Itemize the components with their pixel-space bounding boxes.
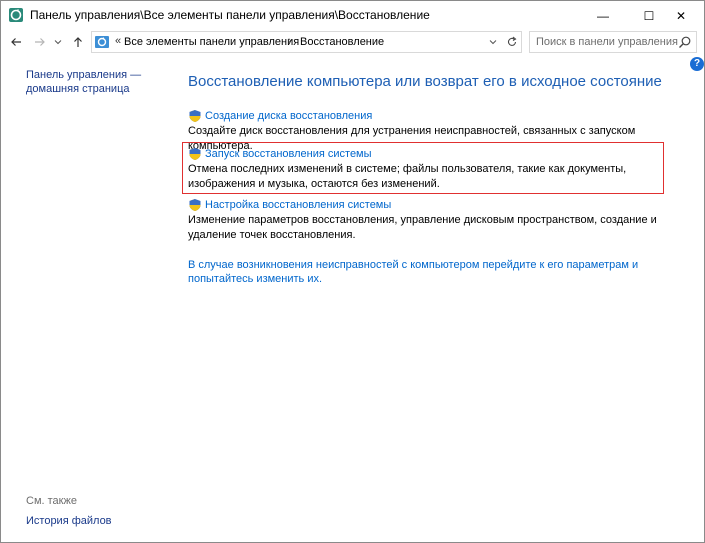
recent-locations-button[interactable]: [53, 32, 63, 52]
address-bar[interactable]: « Все элементы панели управления › Восст…: [91, 31, 504, 53]
forward-button[interactable]: [31, 32, 49, 52]
recovery-icon: [9, 8, 23, 22]
create-recovery-drive-link[interactable]: Создание диска восстановления: [188, 109, 668, 123]
recovery-item-system-restore: Запуск восстановления системы Отмена пос…: [188, 147, 668, 192]
chevron-down-icon: [54, 40, 62, 45]
configure-system-restore-description: Изменение параметров восстановления, упр…: [188, 214, 657, 241]
forward-arrow-icon: [35, 38, 45, 46]
refresh-button[interactable]: [503, 31, 522, 53]
search-icon[interactable]: [678, 35, 692, 49]
page-title: Восстановление компьютера или возврат ег…: [188, 73, 662, 90]
window-title: Панель управления\Все элементы панели уп…: [30, 8, 430, 22]
minimize-icon: —: [597, 8, 609, 23]
recovery-item-configure: Настройка восстановления системы Изменен…: [188, 198, 668, 243]
help-button[interactable]: ?: [690, 57, 704, 71]
control-panel-icon: [95, 36, 109, 48]
title-bar: Панель управления\Все элементы панели уп…: [1, 1, 704, 30]
configure-system-restore-link[interactable]: Настройка восстановления системы: [188, 198, 668, 212]
file-history-link[interactable]: История файлов: [26, 515, 112, 527]
chevron-down-icon: [489, 40, 497, 45]
breadcrumb-all-items[interactable]: Все элементы панели управления: [124, 36, 299, 48]
search-box[interactable]: Поиск в панели управления: [529, 31, 697, 53]
address-overflow-icon[interactable]: «: [115, 35, 121, 47]
maximize-icon: ☐: [643, 8, 655, 23]
control-panel-window: Панель управления\Все элементы панели уп…: [0, 0, 705, 543]
configure-system-restore-label[interactable]: Настройка восстановления системы: [205, 198, 391, 212]
back-button[interactable]: [7, 32, 25, 52]
open-system-restore-label[interactable]: Запуск восстановления системы: [205, 147, 372, 161]
recovery-settings-link[interactable]: В случае возникновения неисправностей с …: [188, 258, 668, 286]
open-system-restore-description: Отмена последних изменений в системе; фа…: [188, 163, 627, 190]
up-button[interactable]: [69, 32, 87, 52]
see-also-heading: См. также: [26, 495, 77, 507]
uac-shield-icon: [189, 110, 201, 122]
breadcrumb-recovery[interactable]: Восстановление: [300, 36, 384, 48]
address-dropdown-button[interactable]: [486, 34, 500, 50]
uac-shield-icon: [189, 148, 201, 160]
minimize-button[interactable]: —: [580, 1, 626, 30]
help-icon: ?: [693, 58, 701, 69]
breadcrumb-separator-icon[interactable]: ›: [288, 35, 291, 46]
uac-shield-icon: [189, 199, 201, 211]
open-system-restore-link[interactable]: Запуск восстановления системы: [188, 147, 668, 161]
close-icon: ✕: [675, 8, 687, 23]
create-recovery-drive-label[interactable]: Создание диска восстановления: [205, 109, 372, 123]
search-input[interactable]: Поиск в панели управления: [536, 36, 678, 48]
close-button[interactable]: ✕: [658, 1, 704, 30]
up-arrow-icon: [74, 37, 82, 47]
back-arrow-icon: [11, 38, 21, 46]
refresh-icon: [507, 36, 517, 46]
sidebar-home-link[interactable]: Панель управления — домашняя страница: [26, 68, 156, 96]
